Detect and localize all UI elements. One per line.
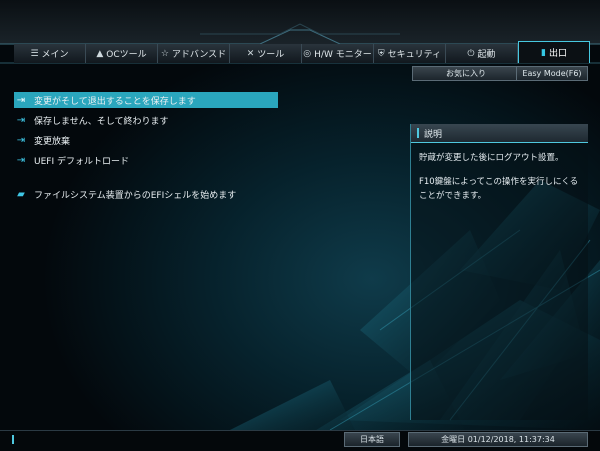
exit-door-icon: ⇥	[16, 154, 26, 166]
description-body: 貯蔵が変更した後にログアウト設置。 F10鍵盤によってこの操作を実行しにくること…	[411, 143, 588, 221]
tab-strip: ☰ メイン ▲ OCツール ☆ アドバンスド ✕ ツール ◎ H/W モニター …	[14, 41, 590, 63]
description-line: 貯蔵が変更した後にログアウト設置。	[419, 153, 564, 163]
tab-label: 起動	[477, 50, 496, 60]
rocket-icon: ▲	[96, 48, 104, 59]
tab-boot[interactable]: ⏻ 起動	[446, 44, 518, 63]
power-icon: ⏻	[467, 48, 475, 59]
tab-label: 出口	[548, 49, 567, 59]
tab-label: OCツール	[106, 50, 147, 60]
favorites-label: お気に入り	[446, 69, 486, 78]
menu-item-save-exit[interactable]: ⇥ 変更がそして退出することを保存します	[14, 92, 278, 108]
tab-label: ツール	[257, 50, 285, 60]
datetime-label: 金曜日 01/12/2018, 11:37:34	[441, 435, 555, 444]
menu-item-label: 変更がそして退出することを保存します	[34, 96, 196, 107]
menu-list-icon: ☰	[30, 48, 39, 59]
easy-mode-button[interactable]: Easy Mode(F6)	[516, 66, 588, 81]
exit-door-icon: ⇥	[16, 114, 26, 126]
favorites-button[interactable]: お気に入り	[412, 66, 520, 81]
tab-security[interactable]: ⛨ セキュリティ	[374, 44, 446, 63]
tab-label: メイン	[41, 50, 69, 60]
menu-item-discard-changes[interactable]: ⇥ 変更放棄	[14, 132, 278, 148]
header-accent-bar	[417, 128, 419, 138]
menu-item-label: 変更放棄	[34, 136, 71, 147]
exit-door-icon: ⇥	[16, 134, 26, 146]
tab-label: アドバンスド	[171, 50, 227, 60]
shield-icon: ⛨	[377, 48, 385, 59]
menu-item-efi-shell[interactable]: ▰ ファイルシステム装置からのEFIシェルを始めます	[14, 186, 278, 202]
easy-mode-label: Easy Mode(F6)	[522, 69, 582, 78]
datetime-display: 金曜日 01/12/2018, 11:37:34	[408, 432, 588, 447]
language-label: 日本語	[360, 435, 384, 444]
monitor-icon: ◎	[303, 48, 312, 59]
tab-tools[interactable]: ✕ ツール	[230, 44, 302, 63]
tab-label: H/W モニター	[314, 50, 372, 60]
language-button[interactable]: 日本語	[344, 432, 400, 447]
menu-item-label: ファイルシステム装置からのEFIシェルを始めます	[34, 190, 237, 201]
description-header: 説明	[411, 124, 588, 143]
tab-hw-monitor[interactable]: ◎ H/W モニター	[302, 44, 374, 63]
description-line: F10鍵盤によってこの操作を実行しにくることができます。	[419, 177, 579, 201]
tab-oc-tweaker[interactable]: ▲ OCツール	[86, 44, 158, 63]
status-marker	[12, 435, 14, 444]
tab-main[interactable]: ☰ メイン	[14, 44, 86, 63]
exit-icon: ▮	[541, 47, 546, 58]
tab-exit[interactable]: ▮ 出口	[518, 41, 590, 63]
tab-advanced[interactable]: ☆ アドバンスド	[158, 44, 230, 63]
star-icon: ☆	[160, 48, 169, 59]
menu-item-label: UEFI デフォルトロード	[34, 156, 129, 167]
menu-item-discard-exit[interactable]: ⇥ 保存しません、そして終わります	[14, 112, 278, 128]
tab-label: セキュリティ	[387, 50, 442, 60]
top-navigation: ☰ メイン ▲ OCツール ☆ アドバンスド ✕ ツール ◎ H/W モニター …	[0, 0, 600, 66]
description-panel: 説明 貯蔵が変更した後にログアウト設置。 F10鍵盤によってこの操作を実行しにく…	[410, 124, 588, 420]
menu-item-label: 保存しません、そして終わります	[34, 116, 169, 127]
description-title: 説明	[424, 129, 443, 140]
tools-icon: ✕	[246, 48, 255, 59]
folder-icon: ▰	[17, 188, 25, 200]
menu-item-load-defaults[interactable]: ⇥ UEFI デフォルトロード	[14, 152, 278, 168]
exit-door-icon: ⇥	[16, 94, 26, 106]
